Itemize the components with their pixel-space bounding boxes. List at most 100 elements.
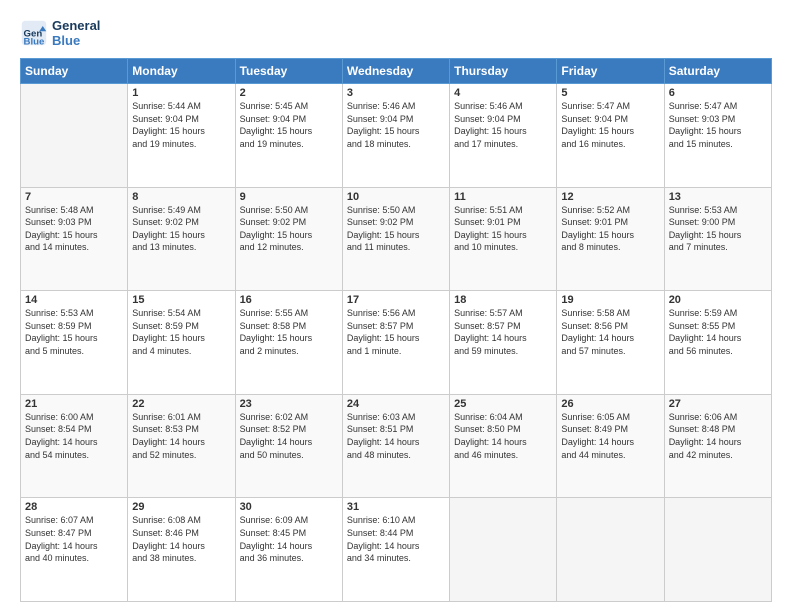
day-number: 12 [561,191,659,203]
day-cell-23: 23Sunrise: 6:02 AM Sunset: 8:52 PM Dayli… [235,394,342,498]
day-cell-10: 10Sunrise: 5:50 AM Sunset: 9:02 PM Dayli… [342,187,449,291]
day-info: Sunrise: 5:54 AM Sunset: 8:59 PM Dayligh… [132,307,230,357]
day-number: 9 [240,191,338,203]
day-cell-5: 5Sunrise: 5:47 AM Sunset: 9:04 PM Daylig… [557,84,664,188]
day-cell-9: 9Sunrise: 5:50 AM Sunset: 9:02 PM Daylig… [235,187,342,291]
day-info: Sunrise: 6:01 AM Sunset: 8:53 PM Dayligh… [132,411,230,461]
day-cell-29: 29Sunrise: 6:08 AM Sunset: 8:46 PM Dayli… [128,498,235,602]
day-cell-31: 31Sunrise: 6:10 AM Sunset: 8:44 PM Dayli… [342,498,449,602]
day-cell-1: 1Sunrise: 5:44 AM Sunset: 9:04 PM Daylig… [128,84,235,188]
day-cell-2: 2Sunrise: 5:45 AM Sunset: 9:04 PM Daylig… [235,84,342,188]
day-cell-7: 7Sunrise: 5:48 AM Sunset: 9:03 PM Daylig… [21,187,128,291]
day-info: Sunrise: 6:10 AM Sunset: 8:44 PM Dayligh… [347,514,445,564]
day-number: 6 [669,87,767,99]
day-number: 8 [132,191,230,203]
day-info: Sunrise: 6:08 AM Sunset: 8:46 PM Dayligh… [132,514,230,564]
day-info: Sunrise: 5:44 AM Sunset: 9:04 PM Dayligh… [132,100,230,150]
day-number: 22 [132,398,230,410]
day-info: Sunrise: 6:09 AM Sunset: 8:45 PM Dayligh… [240,514,338,564]
day-cell-17: 17Sunrise: 5:56 AM Sunset: 8:57 PM Dayli… [342,291,449,395]
day-number: 13 [669,191,767,203]
day-cell-14: 14Sunrise: 5:53 AM Sunset: 8:59 PM Dayli… [21,291,128,395]
day-number: 21 [25,398,123,410]
empty-cell [21,84,128,188]
day-info: Sunrise: 5:52 AM Sunset: 9:01 PM Dayligh… [561,204,659,254]
day-number: 5 [561,87,659,99]
day-info: Sunrise: 6:02 AM Sunset: 8:52 PM Dayligh… [240,411,338,461]
day-number: 17 [347,294,445,306]
day-cell-13: 13Sunrise: 5:53 AM Sunset: 9:00 PM Dayli… [664,187,771,291]
day-info: Sunrise: 5:48 AM Sunset: 9:03 PM Dayligh… [25,204,123,254]
day-number: 3 [347,87,445,99]
day-cell-15: 15Sunrise: 5:54 AM Sunset: 8:59 PM Dayli… [128,291,235,395]
day-number: 7 [25,191,123,203]
day-info: Sunrise: 5:51 AM Sunset: 9:01 PM Dayligh… [454,204,552,254]
day-cell-27: 27Sunrise: 6:06 AM Sunset: 8:48 PM Dayli… [664,394,771,498]
day-info: Sunrise: 5:49 AM Sunset: 9:02 PM Dayligh… [132,204,230,254]
day-number: 19 [561,294,659,306]
day-number: 4 [454,87,552,99]
week-row-2: 7Sunrise: 5:48 AM Sunset: 9:03 PM Daylig… [21,187,772,291]
header: Gen Blue General Blue [20,18,772,48]
day-info: Sunrise: 6:03 AM Sunset: 8:51 PM Dayligh… [347,411,445,461]
empty-cell [450,498,557,602]
day-number: 2 [240,87,338,99]
calendar-table: SundayMondayTuesdayWednesdayThursdayFrid… [20,58,772,602]
day-info: Sunrise: 6:07 AM Sunset: 8:47 PM Dayligh… [25,514,123,564]
day-info: Sunrise: 5:47 AM Sunset: 9:04 PM Dayligh… [561,100,659,150]
day-info: Sunrise: 5:46 AM Sunset: 9:04 PM Dayligh… [454,100,552,150]
day-info: Sunrise: 5:45 AM Sunset: 9:04 PM Dayligh… [240,100,338,150]
day-cell-24: 24Sunrise: 6:03 AM Sunset: 8:51 PM Dayli… [342,394,449,498]
day-info: Sunrise: 5:56 AM Sunset: 8:57 PM Dayligh… [347,307,445,357]
day-cell-21: 21Sunrise: 6:00 AM Sunset: 8:54 PM Dayli… [21,394,128,498]
day-cell-11: 11Sunrise: 5:51 AM Sunset: 9:01 PM Dayli… [450,187,557,291]
day-info: Sunrise: 6:06 AM Sunset: 8:48 PM Dayligh… [669,411,767,461]
day-info: Sunrise: 6:00 AM Sunset: 8:54 PM Dayligh… [25,411,123,461]
day-header-tuesday: Tuesday [235,59,342,84]
calendar-page: Gen Blue General Blue SundayMondayTuesda… [0,0,792,612]
week-row-3: 14Sunrise: 5:53 AM Sunset: 8:59 PM Dayli… [21,291,772,395]
day-cell-28: 28Sunrise: 6:07 AM Sunset: 8:47 PM Dayli… [21,498,128,602]
day-header-wednesday: Wednesday [342,59,449,84]
day-cell-6: 6Sunrise: 5:47 AM Sunset: 9:03 PM Daylig… [664,84,771,188]
day-info: Sunrise: 5:59 AM Sunset: 8:55 PM Dayligh… [669,307,767,357]
day-info: Sunrise: 5:58 AM Sunset: 8:56 PM Dayligh… [561,307,659,357]
day-cell-25: 25Sunrise: 6:04 AM Sunset: 8:50 PM Dayli… [450,394,557,498]
week-row-4: 21Sunrise: 6:00 AM Sunset: 8:54 PM Dayli… [21,394,772,498]
day-cell-3: 3Sunrise: 5:46 AM Sunset: 9:04 PM Daylig… [342,84,449,188]
day-header-sunday: Sunday [21,59,128,84]
day-info: Sunrise: 5:53 AM Sunset: 8:59 PM Dayligh… [25,307,123,357]
day-number: 11 [454,191,552,203]
day-info: Sunrise: 6:05 AM Sunset: 8:49 PM Dayligh… [561,411,659,461]
week-row-1: 1Sunrise: 5:44 AM Sunset: 9:04 PM Daylig… [21,84,772,188]
day-header-saturday: Saturday [664,59,771,84]
day-cell-4: 4Sunrise: 5:46 AM Sunset: 9:04 PM Daylig… [450,84,557,188]
day-info: Sunrise: 5:50 AM Sunset: 9:02 PM Dayligh… [347,204,445,254]
logo-icon: Gen Blue [20,19,48,47]
day-cell-20: 20Sunrise: 5:59 AM Sunset: 8:55 PM Dayli… [664,291,771,395]
day-info: Sunrise: 6:04 AM Sunset: 8:50 PM Dayligh… [454,411,552,461]
day-number: 10 [347,191,445,203]
day-info: Sunrise: 5:57 AM Sunset: 8:57 PM Dayligh… [454,307,552,357]
day-cell-22: 22Sunrise: 6:01 AM Sunset: 8:53 PM Dayli… [128,394,235,498]
empty-cell [664,498,771,602]
day-info: Sunrise: 5:46 AM Sunset: 9:04 PM Dayligh… [347,100,445,150]
day-number: 20 [669,294,767,306]
day-cell-18: 18Sunrise: 5:57 AM Sunset: 8:57 PM Dayli… [450,291,557,395]
day-cell-16: 16Sunrise: 5:55 AM Sunset: 8:58 PM Dayli… [235,291,342,395]
day-header-monday: Monday [128,59,235,84]
day-cell-8: 8Sunrise: 5:49 AM Sunset: 9:02 PM Daylig… [128,187,235,291]
logo-text: General Blue [52,18,100,48]
day-header-thursday: Thursday [450,59,557,84]
day-number: 18 [454,294,552,306]
day-number: 27 [669,398,767,410]
day-info: Sunrise: 5:55 AM Sunset: 8:58 PM Dayligh… [240,307,338,357]
day-number: 31 [347,501,445,513]
logo: Gen Blue General Blue [20,18,100,48]
day-number: 15 [132,294,230,306]
day-number: 16 [240,294,338,306]
empty-cell [557,498,664,602]
day-number: 28 [25,501,123,513]
day-cell-12: 12Sunrise: 5:52 AM Sunset: 9:01 PM Dayli… [557,187,664,291]
day-number: 24 [347,398,445,410]
